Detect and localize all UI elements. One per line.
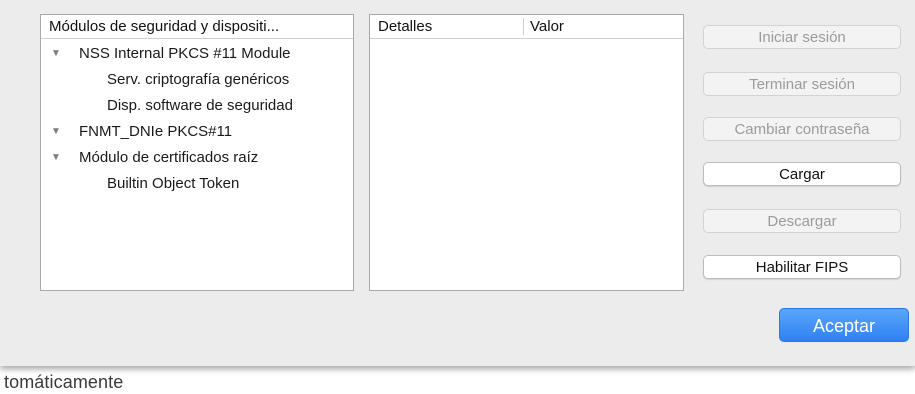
- change-password-button[interactable]: Cambiar contraseña: [703, 117, 901, 141]
- details-panel[interactable]: Detalles Valor: [369, 14, 684, 291]
- tree-row-software-security-device[interactable]: Disp. software de seguridad: [41, 93, 353, 119]
- modules-column-header[interactable]: Módulos de seguridad y dispositi...: [49, 15, 349, 38]
- disclosure-triangle-icon[interactable]: ▼: [51, 41, 61, 67]
- ok-button[interactable]: Aceptar: [779, 308, 909, 342]
- tree-row-label: FNMT_DNIe PKCS#11: [79, 123, 233, 140]
- tree-row-label: Serv. criptografía genéricos: [107, 71, 290, 88]
- tree-row-label: Disp. software de seguridad: [107, 97, 293, 114]
- tree-row-builtin-token[interactable]: Builtin Object Token: [41, 171, 353, 197]
- unload-button[interactable]: Descargar: [703, 209, 901, 233]
- security-devices-dialog: Módulos de seguridad y dispositi... ▼ NS…: [0, 0, 915, 366]
- load-button[interactable]: Cargar: [703, 162, 901, 186]
- header-divider: [41, 38, 353, 39]
- login-button[interactable]: Iniciar sesión: [703, 25, 901, 49]
- logout-button[interactable]: Terminar sesión: [703, 72, 901, 96]
- value-column-header[interactable]: Valor: [530, 15, 670, 38]
- tree-row-fnmt-dnie[interactable]: ▼ FNMT_DNIe PKCS#11: [41, 119, 353, 145]
- tree-row-label: Módulo de certificados raíz: [79, 149, 259, 166]
- tree-row-label: Builtin Object Token: [107, 175, 240, 192]
- column-separator[interactable]: [523, 18, 524, 35]
- tree-row-generic-crypto[interactable]: Serv. criptografía genéricos: [41, 67, 353, 93]
- background-text: tomáticamente: [4, 372, 124, 392]
- tree-row-root-certs-module[interactable]: ▼ Módulo de certificados raíz: [41, 145, 353, 171]
- disclosure-triangle-icon[interactable]: ▼: [51, 145, 61, 171]
- disclosure-triangle-icon[interactable]: ▼: [51, 119, 61, 145]
- enable-fips-button[interactable]: Habilitar FIPS: [703, 255, 901, 279]
- tree-row-nss-internal[interactable]: ▼ NSS Internal PKCS #11 Module: [41, 41, 353, 67]
- header-divider: [370, 38, 683, 39]
- tree-row-label: NSS Internal PKCS #11 Module: [79, 45, 291, 62]
- modules-tree-panel[interactable]: Módulos de seguridad y dispositi... ▼ NS…: [40, 14, 354, 291]
- details-column-header[interactable]: Detalles: [378, 15, 518, 38]
